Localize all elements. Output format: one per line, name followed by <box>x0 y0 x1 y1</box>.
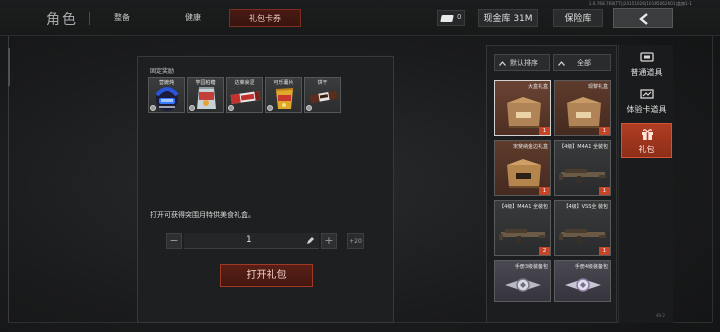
category-label: 礼包 <box>638 145 655 154</box>
quantity-value: 1 <box>246 235 252 245</box>
reward-item[interactable]: 竽园柏糖 <box>187 77 224 113</box>
item-name: 【4级】M4A1 全装包 <box>559 144 608 150</box>
page-title: 角色 <box>46 12 78 28</box>
inventory-item[interactable]: 宋斐纳金边礼盒 1 <box>494 140 551 196</box>
ticket-icon <box>640 52 654 62</box>
item-name: 【4级】VSS全 装包 <box>563 204 608 210</box>
reward-name: 达莱哀涩 <box>234 80 255 86</box>
decrease-button[interactable]: − <box>166 233 182 249</box>
quantity-selector: − 1 + +20 <box>166 233 396 249</box>
item-name: 手册4级装备包 <box>574 264 608 270</box>
ticket-count: 0 <box>457 13 462 21</box>
bound-badge-icon <box>189 105 195 111</box>
inventory-item[interactable]: 手册4级装备包 <box>554 260 611 302</box>
item-count: 1 <box>539 187 550 195</box>
tab-prepare[interactable]: 整备 <box>101 9 143 27</box>
chevron-left-icon <box>639 13 648 25</box>
bound-badge-icon <box>267 105 273 111</box>
gift-detail-panel: 固定奖励 营嬷炖 竽园柏糖 达莱哀涩 可乐薯片 饼干 打开可获得突围月特供美食礼… <box>137 56 394 323</box>
top-bar: 1.0.768.768(TT)|20151026|10185062601|盖旗1… <box>0 0 720 36</box>
sort-dropdown[interactable]: 默认排序 <box>494 54 550 71</box>
cash-vault-button[interactable]: 现金库 31M <box>478 9 538 27</box>
card-icon <box>640 89 654 99</box>
category-label: 体验卡道具 <box>626 105 667 114</box>
filter-label: 全部 <box>577 59 591 67</box>
inventory-item[interactable]: 【4级】M4A1 全装包 2 <box>494 200 551 256</box>
inventory-item[interactable]: 手册3级装备包 <box>494 260 551 302</box>
inventory-item[interactable]: 【4级】VSS全 装包 1 <box>554 200 611 256</box>
fixed-rewards-label: 固定奖励 <box>150 68 175 75</box>
bound-badge-icon <box>150 105 156 111</box>
chevron-up-icon <box>558 61 565 66</box>
ticket-counter[interactable]: 0 <box>437 10 465 26</box>
category-rail: 普通道具 体验卡道具 礼包 40·2 <box>618 45 673 323</box>
category-label: 普通道具 <box>630 68 663 77</box>
pencil-icon <box>307 237 314 244</box>
reward-item[interactable]: 达莱哀涩 <box>226 77 263 113</box>
chevron-up-icon <box>499 61 506 66</box>
reward-name: 营嬷炖 <box>158 80 174 86</box>
increase-button[interactable]: + <box>321 233 337 249</box>
inventory-panel: 默认排序 全部 大盒礼盒 1 现黎礼盒 1 宋斐纳金边礼盒 1 【4级】M4A1… <box>486 45 617 323</box>
item-name: 手册3级装备包 <box>514 264 548 270</box>
item-name: 现黎礼盒 <box>587 84 608 90</box>
item-count: 1 <box>539 127 550 135</box>
inventory-item[interactable]: 【4级】M4A1 全装包 1 <box>554 140 611 196</box>
safe-vault-button[interactable]: 保险库 <box>553 9 603 27</box>
item-count: 1 <box>599 187 610 195</box>
tab-gift-cards[interactable]: 礼包卡券 <box>229 9 301 27</box>
version-text: 1.0.768.768(TT)|20151026|10185062601|盖旗1… <box>588 1 692 6</box>
item-name: 大盒礼盒 <box>527 84 548 90</box>
reward-name: 饼干 <box>317 80 328 86</box>
open-gift-button[interactable]: 打开礼包 <box>220 264 313 287</box>
category-normal-items[interactable]: 普通道具 <box>621 49 672 83</box>
item-count: 1 <box>599 127 610 135</box>
item-count: 1 <box>599 247 610 255</box>
item-count: 2 <box>539 247 550 255</box>
max-quantity-button[interactable]: +20 <box>347 233 364 249</box>
inventory-item[interactable]: 大盒礼盒 1 <box>494 80 551 136</box>
gift-icon <box>642 129 653 140</box>
reward-item[interactable]: 营嬷炖 <box>148 77 185 113</box>
item-name: 宋斐纳金边礼盒 <box>512 144 548 150</box>
gift-description: 打开可获得突围月特供美食礼盒。 <box>150 211 255 219</box>
frame-right-line <box>712 36 713 322</box>
bound-badge-icon <box>306 105 312 111</box>
back-button[interactable] <box>613 8 673 28</box>
title-divider <box>89 12 90 25</box>
reward-item[interactable]: 饼干 <box>304 77 341 113</box>
tab-health[interactable]: 健康 <box>172 9 214 27</box>
ticket-icon <box>440 15 454 22</box>
reward-list: 营嬷炖 竽园柏糖 达莱哀涩 可乐薯片 饼干 <box>148 77 341 113</box>
bound-badge-icon <box>228 105 234 111</box>
category-trial-cards[interactable]: 体验卡道具 <box>621 86 672 120</box>
filter-dropdown[interactable]: 全部 <box>553 54 611 71</box>
rail-footer-text: 40·2 <box>656 313 665 318</box>
category-gift-packs[interactable]: 礼包 <box>621 123 672 158</box>
reward-item[interactable]: 可乐薯片 <box>265 77 302 113</box>
frame-left-notch <box>8 48 12 86</box>
reward-name: 竽园柏糖 <box>195 80 216 86</box>
quantity-input[interactable]: 1 <box>184 233 319 249</box>
item-name: 【4级】M4A1 全装包 <box>499 204 548 210</box>
inventory-item[interactable]: 现黎礼盒 1 <box>554 80 611 136</box>
sort-label: 默认排序 <box>510 59 538 67</box>
reward-name: 可乐薯片 <box>273 80 294 86</box>
